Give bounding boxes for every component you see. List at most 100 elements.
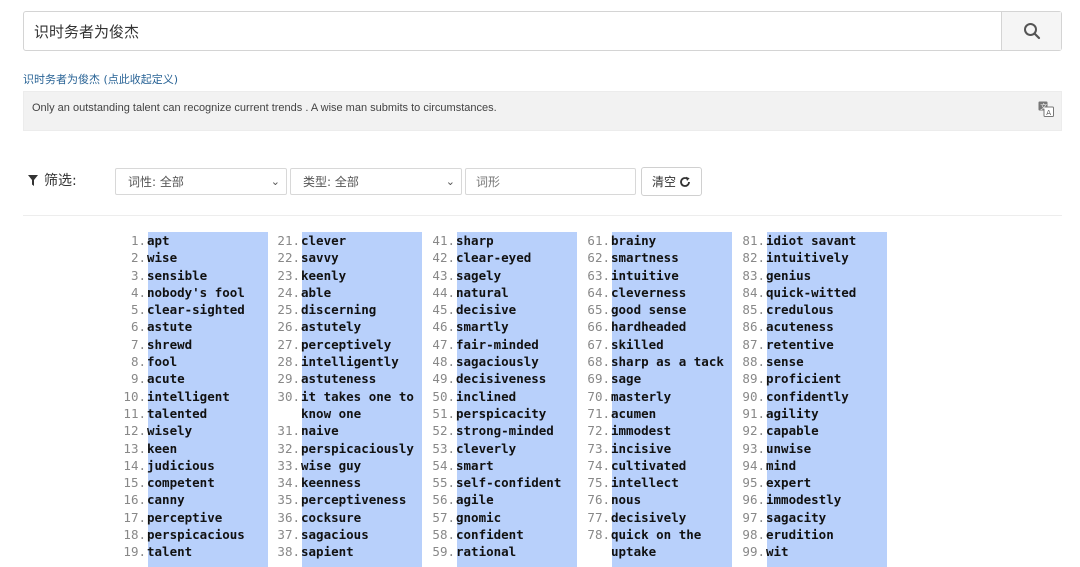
word-link[interactable]: genius <box>766 267 885 284</box>
word-link[interactable]: astuteness <box>301 370 420 387</box>
word-link[interactable]: keenly <box>301 267 420 284</box>
word-link[interactable]: good sense <box>611 301 730 318</box>
word-link[interactable]: incisive <box>611 440 730 457</box>
word-link[interactable]: confident <box>456 526 575 543</box>
word-link[interactable]: masterly <box>611 388 730 405</box>
word-link[interactable]: nobody's fool <box>147 284 266 301</box>
word-link[interactable]: sage <box>611 370 730 387</box>
word-link[interactable]: sagacious <box>301 526 420 543</box>
word-link[interactable]: cleverness <box>611 284 730 301</box>
word-link[interactable]: smartness <box>611 249 730 266</box>
word-link[interactable]: cultivated <box>611 457 730 474</box>
definition-toggle-link[interactable]: 识时务者为俊杰 (点此收起定义) <box>23 71 178 87</box>
word-link[interactable]: intelligent <box>147 388 266 405</box>
word-link[interactable]: skilled <box>611 336 730 353</box>
word-link[interactable]: sapient <box>301 543 420 560</box>
clear-button[interactable]: 清空 <box>641 167 702 196</box>
word-link[interactable]: shrewd <box>147 336 266 353</box>
word-link[interactable]: fair-minded <box>456 336 575 353</box>
word-link[interactable]: unwise <box>766 440 885 457</box>
word-link[interactable]: retentive <box>766 336 885 353</box>
word-link[interactable]: perceptiveness <box>301 491 420 508</box>
word-link[interactable]: sensible <box>147 267 266 284</box>
word-link[interactable]: credulous <box>766 301 885 318</box>
word-link[interactable]: astute <box>147 318 266 335</box>
word-link[interactable]: quick on the uptake <box>611 526 730 561</box>
word-link[interactable]: clever <box>301 232 420 249</box>
word-link[interactable]: talent <box>147 543 266 560</box>
word-link[interactable]: inclined <box>456 388 575 405</box>
word-link[interactable]: sagaciously <box>456 353 575 370</box>
word-link[interactable]: decisiveness <box>456 370 575 387</box>
word-link[interactable]: strong-minded <box>456 422 575 439</box>
word-link[interactable]: hardheaded <box>611 318 730 335</box>
word-link[interactable]: clear-eyed <box>456 249 575 266</box>
word-link[interactable]: wise guy <box>301 457 420 474</box>
word-link[interactable]: quick-witted <box>766 284 885 301</box>
word-link[interactable]: sagacity <box>766 509 885 526</box>
translate-icon[interactable]: 文 A <box>1038 101 1054 121</box>
word-link[interactable]: cleverly <box>456 440 575 457</box>
word-link[interactable]: naive <box>301 422 420 439</box>
search-input[interactable] <box>24 12 1003 50</box>
search-button[interactable] <box>1001 12 1061 50</box>
word-link[interactable]: rational <box>456 543 575 560</box>
word-link[interactable]: sharp <box>456 232 575 249</box>
word-link[interactable]: decisive <box>456 301 575 318</box>
word-link[interactable]: clear-sighted <box>147 301 266 318</box>
word-link[interactable]: intellect <box>611 474 730 491</box>
word-link[interactable]: wit <box>766 543 885 560</box>
word-link[interactable]: decisively <box>611 509 730 526</box>
word-link[interactable]: proficient <box>766 370 885 387</box>
word-link[interactable]: it takes one to know one <box>301 388 420 423</box>
word-link[interactable]: smart <box>456 457 575 474</box>
word-link[interactable]: apt <box>147 232 266 249</box>
type-select[interactable]: 类型: 全部 ⌄ <box>290 168 462 195</box>
word-link[interactable]: fool <box>147 353 266 370</box>
word-link[interactable]: immodest <box>611 422 730 439</box>
word-link[interactable]: discerning <box>301 301 420 318</box>
word-form-input[interactable] <box>465 168 636 195</box>
word-link[interactable]: mind <box>766 457 885 474</box>
word-link[interactable]: erudition <box>766 526 885 543</box>
word-link[interactable]: acumen <box>611 405 730 422</box>
pos-select[interactable]: 词性: 全部 ⌄ <box>115 168 287 195</box>
word-link[interactable]: perspicaciously <box>301 440 420 457</box>
word-link[interactable]: competent <box>147 474 266 491</box>
word-link[interactable]: agility <box>766 405 885 422</box>
word-link[interactable]: sagely <box>456 267 575 284</box>
word-link[interactable]: able <box>301 284 420 301</box>
word-link[interactable]: cocksure <box>301 509 420 526</box>
word-link[interactable]: judicious <box>147 457 266 474</box>
word-link[interactable]: capable <box>766 422 885 439</box>
word-link[interactable]: intuitive <box>611 267 730 284</box>
word-link[interactable]: keen <box>147 440 266 457</box>
word-link[interactable]: talented <box>147 405 266 422</box>
word-link[interactable]: expert <box>766 474 885 491</box>
word-link[interactable]: self-confident <box>456 474 575 491</box>
word-link[interactable]: savvy <box>301 249 420 266</box>
word-link[interactable]: brainy <box>611 232 730 249</box>
word-link[interactable]: astutely <box>301 318 420 335</box>
word-link[interactable]: confidently <box>766 388 885 405</box>
word-link[interactable]: sharp as a tack <box>611 353 730 370</box>
word-link[interactable]: natural <box>456 284 575 301</box>
word-link[interactable]: nous <box>611 491 730 508</box>
word-link[interactable]: gnomic <box>456 509 575 526</box>
word-link[interactable]: perspicacity <box>456 405 575 422</box>
word-link[interactable]: perceptive <box>147 509 266 526</box>
word-link[interactable]: intelligently <box>301 353 420 370</box>
word-link[interactable]: wisely <box>147 422 266 439</box>
word-link[interactable]: immodestly <box>766 491 885 508</box>
word-link[interactable]: keenness <box>301 474 420 491</box>
word-link[interactable]: canny <box>147 491 266 508</box>
word-link[interactable]: wise <box>147 249 266 266</box>
word-link[interactable]: perspicacious <box>147 526 266 543</box>
word-link[interactable]: acute <box>147 370 266 387</box>
word-link[interactable]: intuitively <box>766 249 885 266</box>
word-link[interactable]: idiot savant <box>766 232 885 249</box>
word-link[interactable]: sense <box>766 353 885 370</box>
word-link[interactable]: agile <box>456 491 575 508</box>
word-link[interactable]: perceptively <box>301 336 420 353</box>
word-link[interactable]: smartly <box>456 318 575 335</box>
